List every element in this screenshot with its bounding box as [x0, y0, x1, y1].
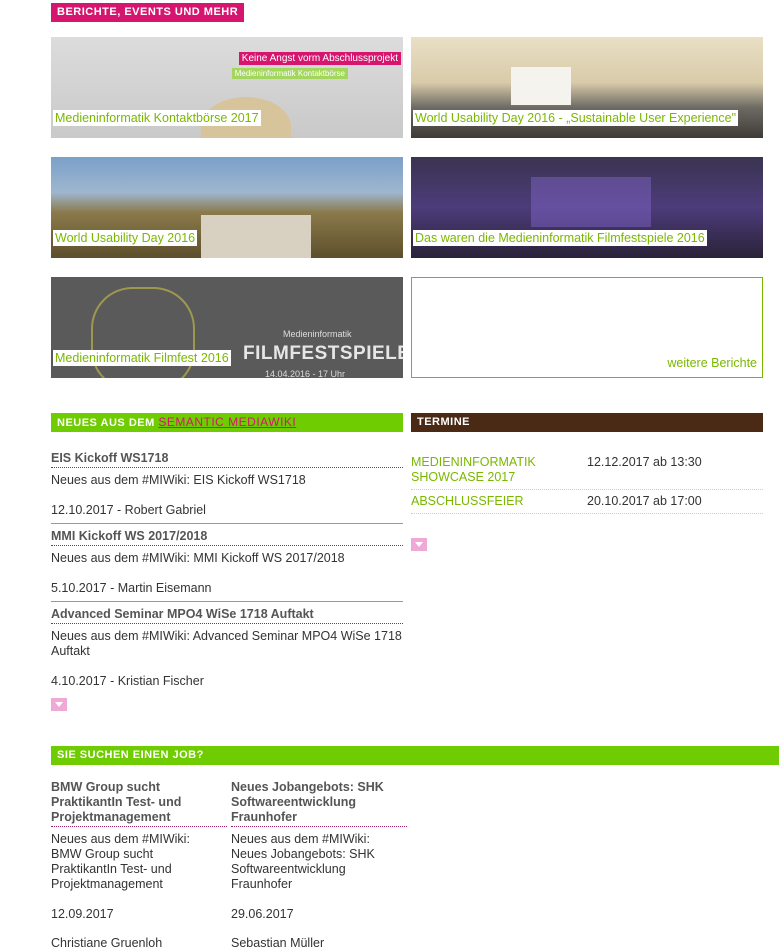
report-tile-usability-day[interactable]: World Usability Day 2016: [51, 157, 403, 258]
job-item: BMW Group sucht PraktikantIn Test- und P…: [51, 780, 227, 950]
report-tile-filmfestspiele[interactable]: Das waren die Medieninformatik Filmfests…: [411, 157, 763, 258]
job-author: Christiane Gruenloh: [51, 936, 163, 950]
more-reports-link[interactable]: weitere Berichte: [667, 356, 757, 370]
news-header: NEUES AUS DEM SEMANTIC MEDIAWIKI: [51, 413, 403, 432]
event-date: 20.10.2017 ab 17:00: [587, 494, 702, 508]
news-body: Neues aus dem #MIWiki: MMI Kickoff WS 20…: [51, 551, 345, 565]
tile-overlay-text: Keine Angst vorm Abschlussprojekt: [238, 52, 401, 65]
poster-date: 14.04.2016 - 17 Uhr: [265, 369, 346, 378]
news-body: Neues aus dem #MIWiki: Advanced Seminar …: [51, 629, 402, 658]
job-body: Neues aus dem #MIWiki: BMW Group sucht P…: [51, 832, 190, 891]
news-title[interactable]: EIS Kickoff WS1718: [51, 451, 403, 468]
event-name[interactable]: Medieninformatik Showcase 2017: [411, 455, 581, 485]
poster-title: FILMFESTSPIELE: [243, 343, 403, 364]
news-title[interactable]: Advanced Seminar MPO4 WiSe 1718 Auftakt: [51, 607, 403, 624]
job-author: Sebastian Müller: [231, 936, 325, 950]
event-row: Abschlussfeier 20.10.2017 ab 17:00: [411, 494, 763, 514]
news-title[interactable]: MMI Kickoff WS 2017/2018: [51, 529, 403, 546]
more-reports-box[interactable]: weitere Berichte: [411, 277, 763, 378]
job-body: Neues aus dem #MIWiki: Neues Jobangebots…: [231, 832, 375, 891]
tile-caption[interactable]: World Usability Day 2016: [53, 230, 198, 246]
tile-image: [511, 67, 571, 105]
job-date: 12.09.2017: [51, 907, 114, 921]
news-item: EIS Kickoff WS1718 Neues aus dem #MIWiki…: [51, 451, 403, 524]
news-more-arrow-icon[interactable]: [51, 698, 67, 711]
tile-caption[interactable]: World Usability Day 2016 - „Sustainable …: [413, 110, 739, 126]
news-meta: 4.10.2017 - Kristian Fischer: [51, 674, 204, 688]
news-header-prefix: NEUES AUS DEM: [57, 417, 155, 429]
tile-caption[interactable]: Das waren die Medieninformatik Filmfests…: [413, 230, 707, 246]
poster-subtitle: Medieninformatik: [283, 329, 352, 339]
dates-header: TERMINE: [411, 413, 763, 432]
job-date: 29.06.2017: [231, 907, 294, 921]
report-tile-kontaktboerse[interactable]: Keine Angst vorm Abschlussprojekt Medien…: [51, 37, 403, 138]
news-body: Neues aus dem #MIWiki: EIS Kickoff WS171…: [51, 473, 306, 487]
tile-overlay-subtext: Medieninformatik Kontaktbörse: [231, 68, 348, 79]
job-title[interactable]: BMW Group sucht PraktikantIn Test- und P…: [51, 780, 227, 827]
event-name[interactable]: Abschlussfeier: [411, 494, 581, 509]
event-date: 12.12.2017 ab 13:30: [587, 455, 702, 469]
tile-image: [201, 215, 311, 258]
news-meta: 12.10.2017 - Robert Gabriel: [51, 503, 403, 524]
semantic-mediawiki-link[interactable]: SEMANTIC MEDIAWIKI: [158, 415, 296, 429]
tile-caption[interactable]: Medieninformatik Kontaktbörse 2017: [53, 110, 261, 126]
jobs-header: SIE SUCHEN EINEN JOB?: [51, 746, 779, 765]
tile-image: [531, 177, 651, 227]
job-title[interactable]: Neues Jobangebots: SHK Softwareentwicklu…: [231, 780, 407, 827]
news-item: MMI Kickoff WS 2017/2018 Neues aus dem #…: [51, 529, 403, 602]
job-item: Neues Jobangebots: SHK Softwareentwicklu…: [231, 780, 407, 950]
reports-header: BERICHTE, EVENTS UND MEHR: [51, 3, 245, 22]
news-meta: 5.10.2017 - Martin Eisemann: [51, 581, 403, 602]
tile-caption[interactable]: Medieninformatik Filmfest 2016: [53, 350, 231, 366]
report-tile-usability-day-sux[interactable]: World Usability Day 2016 - „Sustainable …: [411, 37, 763, 138]
report-tile-filmfest[interactable]: Medieninformatik FILMFESTSPIELE 14.04.20…: [51, 277, 403, 378]
events-more-arrow-icon[interactable]: [411, 538, 427, 551]
event-row: Medieninformatik Showcase 2017 12.12.201…: [411, 455, 763, 490]
news-item: Advanced Seminar MPO4 WiSe 1718 Auftakt …: [51, 607, 403, 694]
